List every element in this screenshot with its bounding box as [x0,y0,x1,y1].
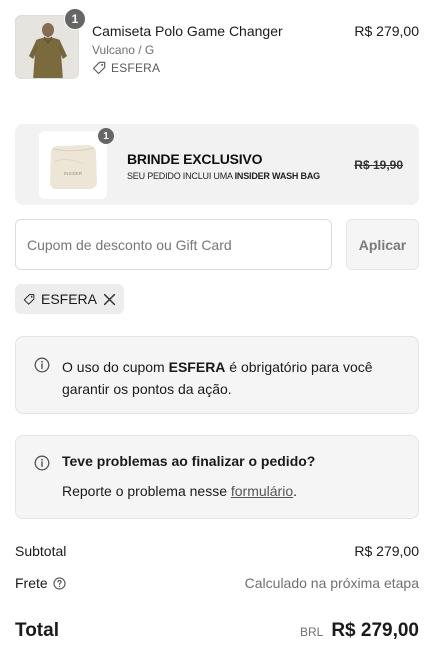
product-title: Camiseta Polo Game Changer [92,23,283,39]
coupon-required-notice: O uso do cupom ESFERA é obrigatório para… [15,336,419,414]
shipping-label: Frete [15,575,48,591]
gift-subtitle-product: INSIDER WASH BAG [234,171,321,181]
notice-prefix: O uso do cupom [62,359,169,375]
coupon-input[interactable] [15,219,332,270]
tag-icon [92,61,106,75]
gift-subtitle-prefix: SEU PEDIDO INCLUI UMA [127,171,235,181]
gift-banner: INSIDER 1 BRINDE EXCLUSIVO SEU PEDIDO IN… [15,124,419,205]
info-icon [34,455,50,471]
applied-coupon-chip: ESFERA [15,284,124,314]
info-icon [34,357,50,373]
tag-icon [23,293,35,305]
wash-bag-image: INSIDER [39,131,107,199]
gift-original-price: R$ 19,90 [354,158,403,172]
total-row: Total BRL R$ 279,00 [15,618,419,644]
shipping-row: Frete Calculado na próxima etapa [15,573,419,593]
total-value: R$ 279,00 [331,620,419,641]
notice-coupon-code: ESFERA [168,359,226,375]
problem-body-prefix: Reporte o problema nesse [62,483,231,499]
currency-code: BRL [299,625,324,639]
discount-tag-label: ESFERA [111,61,161,75]
report-form-link[interactable]: formulário [231,483,293,499]
product-price: R$ 279,00 [354,23,419,39]
subtotal-value: R$ 279,00 [354,543,419,559]
problem-notice-title: Teve problemas ao finalizar o pedido? [62,453,316,469]
quantity-badge: 1 [64,8,86,30]
product-discount-tag: ESFERA [92,61,160,75]
close-icon [103,293,116,305]
checkout-problem-notice: Teve problemas ao finalizar o pedido? Re… [15,435,419,519]
total-amount-group: BRL R$ 279,00 [300,620,419,642]
question-circle-icon[interactable] [53,576,66,590]
problem-body-suffix: . [293,483,298,499]
coupon-required-text: O uso do cupom ESFERA é obrigatório para… [62,356,404,400]
applied-coupon-code: ESFERA [40,291,97,307]
gift-image: INSIDER [39,131,107,199]
wash-bag-print: INSIDER [64,171,83,176]
remove-coupon-button[interactable] [103,293,116,306]
product-variant: Vulcano / G [92,43,155,57]
gift-title: BRINDE EXCLUSIVO [127,151,263,167]
gift-subtitle: SEU PEDIDO INCLUI UMA INSIDER WASH BAG [127,171,320,181]
gift-quantity-badge: 1 [98,128,114,144]
apply-coupon-button[interactable]: Aplicar [346,219,419,270]
total-label: Total [15,620,59,641]
shipping-value: Calculado na próxima etapa [244,575,419,591]
cart-line-item: 1 Camiseta Polo Game Changer Vulcano / G… [15,8,419,79]
subtotal-label: Subtotal [15,543,67,559]
subtotal-row: Subtotal R$ 279,00 [15,541,419,561]
shipping-label-group: Frete [15,575,66,591]
problem-notice-body: Reporte o problema nesse formulário. [62,483,297,499]
